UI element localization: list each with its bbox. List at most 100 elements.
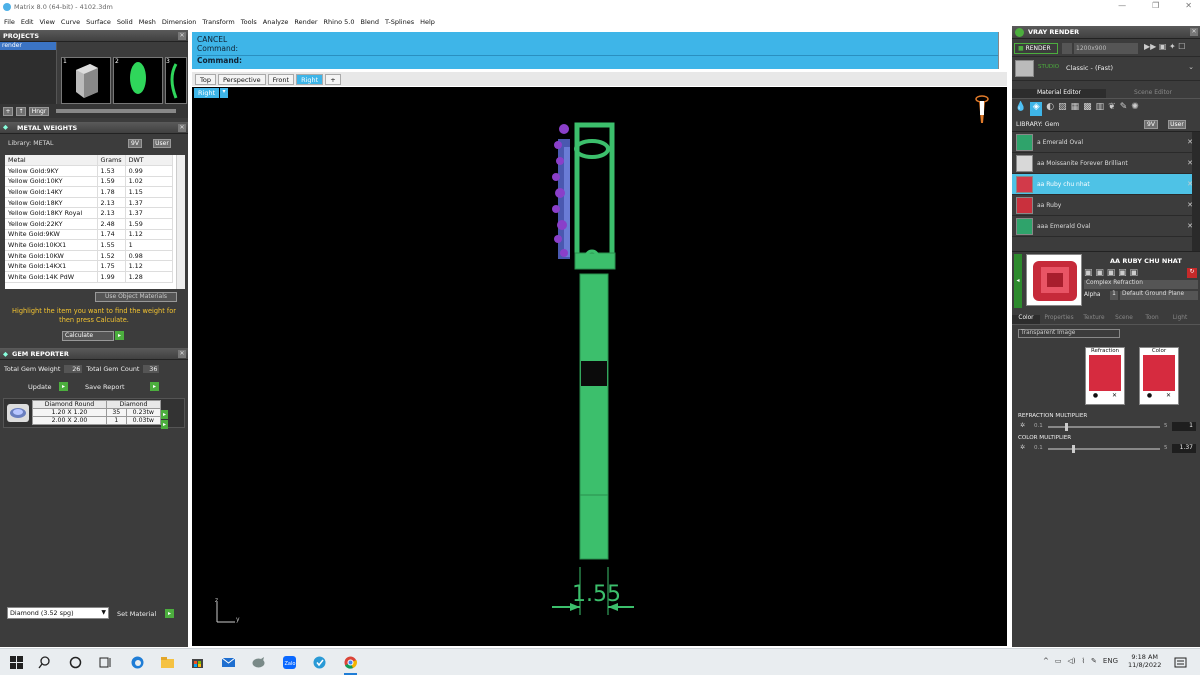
use-object-materials-button[interactable]: Use Object Materials bbox=[95, 292, 177, 302]
menu-render[interactable]: Render bbox=[294, 18, 317, 26]
metal-row[interactable]: Yellow Gold:14KY 1.78 1.15 bbox=[5, 186, 174, 198]
metal-row[interactable]: Yellow Gold:22KY 2.48 1.59 bbox=[5, 218, 174, 230]
chevron-up-icon[interactable]: ^ bbox=[1043, 657, 1049, 665]
metal-row[interactable]: White Gold:9KW 1.74 1.12 bbox=[5, 229, 174, 241]
metal-table-scrollbar[interactable] bbox=[176, 155, 185, 289]
menu-help[interactable]: Help bbox=[420, 18, 435, 26]
menu-rhino[interactable]: Rhino 5.0 bbox=[324, 18, 355, 26]
projects-scrollbar[interactable] bbox=[56, 109, 176, 113]
menu-blend[interactable]: Blend bbox=[360, 18, 379, 26]
render-button[interactable]: ■ RENDER bbox=[1014, 43, 1058, 54]
gem-lib-user-button[interactable]: User bbox=[1168, 120, 1186, 129]
tab-front[interactable]: Front bbox=[267, 74, 295, 85]
col-metal[interactable]: Metal bbox=[5, 155, 98, 167]
tab-right[interactable]: Right bbox=[296, 74, 324, 85]
menu-file[interactable]: File bbox=[4, 18, 15, 26]
store-icon[interactable] bbox=[191, 656, 204, 669]
color-value[interactable]: 1.37 bbox=[1172, 444, 1196, 453]
chevron-down-icon[interactable]: ⌄ bbox=[1188, 63, 1194, 71]
refraction-swatch[interactable]: Refraction ● ✕ bbox=[1085, 347, 1125, 405]
bulb-icon[interactable]: ✺ bbox=[1131, 102, 1139, 116]
toolbar-icons[interactable]: ▶▶ ▣ ✦ ☐ bbox=[1144, 42, 1185, 51]
preset-name[interactable]: Classic - (Fast) bbox=[1066, 64, 1113, 72]
set-material-button[interactable]: ▸ bbox=[165, 609, 174, 618]
menu-mesh[interactable]: Mesh bbox=[139, 18, 156, 26]
task-view-icon[interactable] bbox=[99, 656, 112, 669]
tab-color[interactable]: Color bbox=[1012, 315, 1040, 324]
maximize-button[interactable]: ❐ bbox=[1152, 1, 1159, 10]
material-item[interactable]: aaa Emerald Oval ✕ bbox=[1012, 216, 1200, 237]
zalo-icon[interactable]: Zalo bbox=[283, 656, 296, 669]
viewport-right[interactable]: Right ▾ 1.55 z y bbox=[192, 87, 1007, 646]
metal-row[interactable]: Yellow Gold:9KY 1.53 0.99 bbox=[5, 165, 174, 177]
material-list-scrollbar[interactable] bbox=[1192, 132, 1200, 251]
gem-lib-9v-button[interactable]: 9V bbox=[1144, 120, 1158, 129]
hinge-button[interactable]: Hngr bbox=[29, 106, 49, 116]
collapse-left-icon[interactable]: ◂ bbox=[1014, 254, 1022, 308]
material-type-select[interactable]: Complex Refraction bbox=[1084, 280, 1198, 289]
up-arrow-icon[interactable]: ↑ bbox=[16, 106, 26, 116]
brush-icon[interactable]: ✎ bbox=[1120, 102, 1128, 116]
refraction-slider-thumb[interactable] bbox=[1065, 423, 1068, 431]
task-view-circle-icon[interactable] bbox=[69, 656, 82, 669]
notification-icon[interactable] bbox=[1174, 657, 1187, 670]
menu-transform[interactable]: Transform bbox=[202, 18, 234, 26]
gem-row-go-icon[interactable]: ▸ bbox=[161, 410, 168, 419]
keyboard-icon[interactable]: ✎ bbox=[1091, 657, 1097, 665]
menu-edit[interactable]: Edit bbox=[21, 18, 34, 26]
save-report-button[interactable]: ▸ bbox=[150, 382, 159, 391]
close-icon[interactable]: ✕ bbox=[1166, 392, 1171, 399]
grid-icon[interactable]: ▦ bbox=[1071, 102, 1080, 116]
transparent-image-select[interactable]: Transparent Image bbox=[1018, 329, 1120, 338]
wifi-icon[interactable]: ⌇ bbox=[1082, 657, 1085, 665]
menu-curve[interactable]: Curve bbox=[61, 18, 80, 26]
dot-icon[interactable]: ● bbox=[1093, 392, 1098, 399]
close-icon[interactable]: ✕ bbox=[178, 32, 186, 40]
menu-tsplines[interactable]: T-Splines bbox=[385, 18, 414, 26]
tab-material-editor[interactable]: Material Editor bbox=[1012, 89, 1106, 98]
search-icon[interactable] bbox=[38, 656, 51, 669]
metal-row[interactable]: White Gold:14KX1 1.75 1.12 bbox=[5, 260, 174, 273]
alpha-value[interactable]: 1 bbox=[1110, 291, 1118, 300]
rhino-icon[interactable] bbox=[252, 656, 265, 669]
command-scrollbar[interactable] bbox=[998, 32, 1007, 69]
ground-plane-select[interactable]: Default Ground Plane bbox=[1120, 291, 1198, 300]
calculate-go-icon[interactable]: ▸ bbox=[115, 331, 124, 340]
menu-surface[interactable]: Surface bbox=[86, 18, 111, 26]
gem-row[interactable]: 1.20 X 1.20 35 0.23tw bbox=[32, 408, 162, 417]
menu-dimension[interactable]: Dimension bbox=[162, 18, 197, 26]
mail-icon[interactable] bbox=[222, 656, 235, 669]
color-swatch[interactable]: Color ● ✕ bbox=[1139, 347, 1179, 405]
dot-icon[interactable]: ● bbox=[1147, 392, 1152, 399]
network-icon[interactable]: ▭ bbox=[1055, 657, 1062, 665]
material-item[interactable]: a Emerald Oval ✕ bbox=[1012, 132, 1200, 153]
metal-row[interactable]: Yellow Gold:18KY Royal 2.13 1.37 bbox=[5, 207, 174, 220]
metal-icon[interactable]: ▨ bbox=[1058, 102, 1067, 116]
project-thumb-1[interactable] bbox=[61, 57, 111, 104]
language-indicator[interactable]: ENG bbox=[1103, 657, 1118, 665]
clock[interactable]: 9:18 AM 11/8/2022 bbox=[1128, 653, 1161, 669]
library-9v-button[interactable]: 9V bbox=[128, 139, 142, 148]
material-item[interactable]: aa Ruby ✕ bbox=[1012, 195, 1200, 216]
drop-icon[interactable]: 💧 bbox=[1015, 102, 1026, 116]
menu-tools[interactable]: Tools bbox=[241, 18, 257, 26]
metal-row[interactable]: White Gold:10KX1 1.55 1 bbox=[5, 239, 174, 251]
app-icon[interactable] bbox=[313, 656, 326, 669]
gem-row[interactable]: 2.00 X 2.00 1 0.03tw bbox=[32, 416, 162, 425]
metal-row[interactable]: Yellow Gold:10KY 1.59 1.02 bbox=[5, 176, 174, 188]
project-thumb-2[interactable] bbox=[113, 57, 163, 104]
close-icon[interactable]: ✕ bbox=[1112, 392, 1117, 399]
menu-analyze[interactable]: Analyze bbox=[263, 18, 289, 26]
add-tab-button[interactable]: + bbox=[325, 74, 341, 85]
material-tools-icons[interactable]: ▣ ▣ ▣ ▣ ▣ bbox=[1084, 268, 1184, 278]
tab-perspective[interactable]: Perspective bbox=[217, 74, 266, 85]
sphere-icon[interactable]: ◐ bbox=[1046, 102, 1054, 116]
library-user-button[interactable]: User bbox=[153, 139, 171, 148]
add-button[interactable]: + bbox=[3, 106, 13, 116]
col-grams[interactable]: Grams bbox=[97, 155, 126, 167]
close-icon[interactable]: ✕ bbox=[178, 350, 186, 358]
metal-row[interactable]: White Gold:14K PdW 1.99 1.28 bbox=[5, 271, 174, 283]
material-item[interactable]: aa Ruby chu nhat ✕ bbox=[1012, 174, 1200, 195]
tab-scene[interactable]: Scene bbox=[1110, 315, 1138, 324]
tab-properties[interactable]: Properties bbox=[1040, 315, 1078, 324]
